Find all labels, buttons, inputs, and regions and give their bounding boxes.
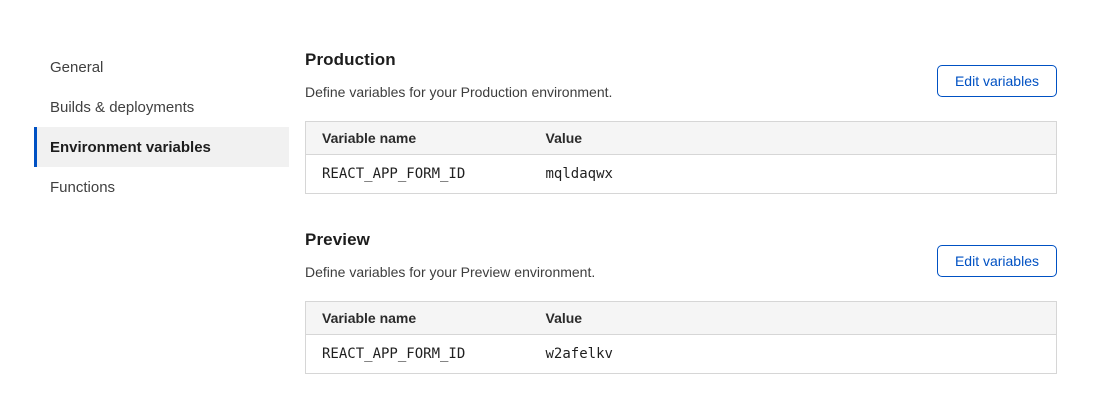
table-row: REACT_APP_FORM_ID mqldaqwx (306, 155, 1057, 194)
variable-value-cell: mqldaqwx (530, 155, 1057, 194)
sidebar-item-general[interactable]: General (34, 47, 289, 87)
settings-content: Production Define variables for your Pro… (305, 50, 1057, 374)
sidebar-item-environment-variables[interactable]: Environment variables (34, 127, 289, 167)
preview-variables-table: Variable name Value REACT_APP_FORM_ID w2… (305, 301, 1057, 374)
variable-value-cell: w2afelkv (530, 335, 1057, 374)
value-column-header: Value (530, 302, 1057, 335)
production-section: Production Define variables for your Pro… (305, 50, 1057, 194)
sidebar-item-label: Environment variables (50, 139, 211, 156)
variable-name-column-header: Variable name (306, 302, 530, 335)
table-header-row: Variable name Value (306, 302, 1057, 335)
value-column-header: Value (530, 122, 1057, 155)
preview-edit-variables-button[interactable]: Edit variables (937, 245, 1057, 277)
sidebar-item-functions[interactable]: Functions (34, 167, 289, 207)
sidebar-item-builds-deployments[interactable]: Builds & deployments (34, 87, 289, 127)
production-edit-variables-button[interactable]: Edit variables (937, 65, 1057, 97)
table-header-row: Variable name Value (306, 122, 1057, 155)
variable-name-cell: REACT_APP_FORM_ID (306, 335, 530, 374)
preview-section: Preview Define variables for your Previe… (305, 230, 1057, 374)
settings-sidebar: General Builds & deployments Environment… (34, 47, 289, 374)
sidebar-item-label: Builds & deployments (50, 99, 194, 116)
production-variables-table: Variable name Value REACT_APP_FORM_ID mq… (305, 121, 1057, 194)
sidebar-item-label: Functions (50, 179, 115, 196)
table-row: REACT_APP_FORM_ID w2afelkv (306, 335, 1057, 374)
environment-variables-page: General Builds & deployments Environment… (0, 0, 1100, 374)
variable-name-cell: REACT_APP_FORM_ID (306, 155, 530, 194)
sidebar-item-label: General (50, 59, 103, 76)
variable-name-column-header: Variable name (306, 122, 530, 155)
